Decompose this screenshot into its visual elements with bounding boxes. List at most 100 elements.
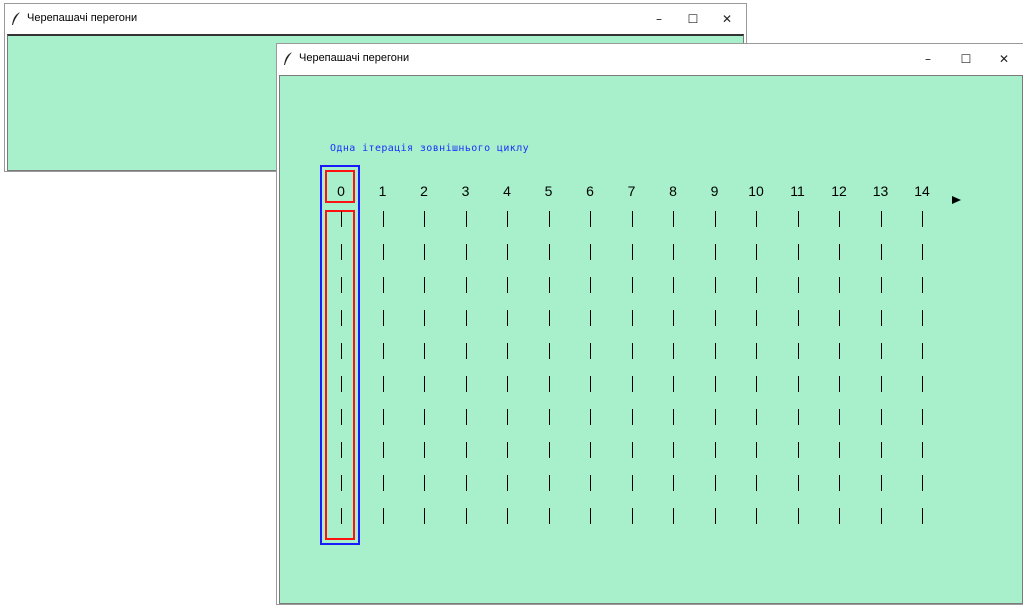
column-number-label: 1 xyxy=(378,183,387,199)
tick-mark xyxy=(466,508,467,524)
tick-mark xyxy=(632,376,633,392)
tick-mark xyxy=(839,244,840,260)
tick-mark xyxy=(715,376,716,392)
tick-mark xyxy=(590,277,591,293)
tick-mark xyxy=(549,475,550,491)
tick-mark xyxy=(424,310,425,326)
tick-mark xyxy=(922,442,923,458)
front-window[interactable]: Черепашачі перегони – ☐ ✕ Одна ітерація … xyxy=(276,43,1023,605)
tick-mark xyxy=(798,277,799,293)
tick-mark xyxy=(673,508,674,524)
tick-mark xyxy=(341,310,342,326)
tick-mark xyxy=(839,211,840,227)
tick-mark xyxy=(756,475,757,491)
tick-mark xyxy=(383,277,384,293)
close-button[interactable]: ✕ xyxy=(987,44,1021,74)
tick-mark xyxy=(549,277,550,293)
tick-mark xyxy=(383,475,384,491)
tick-mark xyxy=(549,310,550,326)
tick-mark xyxy=(632,343,633,359)
tick-mark xyxy=(798,310,799,326)
minimize-button[interactable]: – xyxy=(642,4,676,34)
tick-mark xyxy=(881,244,882,260)
tick-mark xyxy=(881,211,882,227)
column-number-label: 14 xyxy=(914,183,930,199)
tick-mark xyxy=(839,376,840,392)
tick-mark xyxy=(424,343,425,359)
tick-mark xyxy=(590,442,591,458)
tick-mark xyxy=(632,310,633,326)
tick-mark xyxy=(383,310,384,326)
maximize-button[interactable]: ☐ xyxy=(676,4,710,34)
tick-mark xyxy=(341,277,342,293)
tick-mark xyxy=(632,475,633,491)
tick-mark xyxy=(466,211,467,227)
close-button[interactable]: ✕ xyxy=(710,4,744,34)
back-window-titlebar[interactable]: Черепашачі перегони – ☐ ✕ xyxy=(5,4,746,34)
maximize-button[interactable]: ☐ xyxy=(949,44,983,74)
tick-mark xyxy=(341,442,342,458)
tick-mark xyxy=(881,508,882,524)
canvas-subtitle: Одна ітерація зовнішнього циклу xyxy=(330,143,530,154)
tick-mark xyxy=(881,475,882,491)
tick-mark xyxy=(507,211,508,227)
tick-mark xyxy=(466,475,467,491)
tick-mark xyxy=(632,277,633,293)
tick-mark xyxy=(839,442,840,458)
tick-mark xyxy=(466,310,467,326)
tick-mark xyxy=(798,343,799,359)
column-number-label: 5 xyxy=(544,183,553,199)
tick-mark xyxy=(507,508,508,524)
tick-mark xyxy=(839,475,840,491)
tick-mark xyxy=(839,508,840,524)
tick-mark xyxy=(715,475,716,491)
tick-mark xyxy=(839,277,840,293)
tick-mark xyxy=(715,508,716,524)
tick-mark xyxy=(590,310,591,326)
column-number-label: 7 xyxy=(627,183,636,199)
tick-mark xyxy=(341,244,342,260)
tick-mark xyxy=(549,244,550,260)
tick-mark xyxy=(839,343,840,359)
column-number-label: 11 xyxy=(790,183,805,199)
tick-mark xyxy=(922,310,923,326)
column-number-label: 9 xyxy=(710,183,719,199)
tick-mark xyxy=(341,211,342,227)
tick-mark xyxy=(341,475,342,491)
tick-mark xyxy=(549,376,550,392)
column-number-label: 0 xyxy=(337,183,345,199)
tick-mark xyxy=(632,211,633,227)
tick-mark xyxy=(507,376,508,392)
tick-mark xyxy=(632,508,633,524)
tick-mark xyxy=(673,244,674,260)
tick-mark xyxy=(673,442,674,458)
tick-mark xyxy=(383,409,384,425)
minimize-button[interactable]: – xyxy=(911,44,945,74)
tick-mark xyxy=(549,343,550,359)
tick-mark xyxy=(590,475,591,491)
tick-mark xyxy=(798,475,799,491)
tick-mark xyxy=(922,277,923,293)
tick-mark xyxy=(922,409,923,425)
tick-mark xyxy=(673,409,674,425)
tick-mark xyxy=(673,277,674,293)
feather-icon xyxy=(284,52,292,65)
tick-mark xyxy=(507,343,508,359)
tick-mark xyxy=(715,343,716,359)
tick-mark xyxy=(507,409,508,425)
tick-mark xyxy=(383,376,384,392)
tick-mark xyxy=(424,409,425,425)
tick-mark xyxy=(756,376,757,392)
tick-mark xyxy=(756,310,757,326)
tick-mark xyxy=(798,409,799,425)
tick-mark xyxy=(673,211,674,227)
tick-mark xyxy=(881,409,882,425)
tick-mark xyxy=(383,343,384,359)
tick-mark xyxy=(798,442,799,458)
tick-mark xyxy=(341,376,342,392)
tick-mark xyxy=(590,211,591,227)
tick-mark xyxy=(549,508,550,524)
front-window-titlebar[interactable]: Черепашачі перегони – ☐ ✕ xyxy=(277,44,1023,74)
tick-mark xyxy=(922,508,923,524)
tick-mark xyxy=(756,508,757,524)
